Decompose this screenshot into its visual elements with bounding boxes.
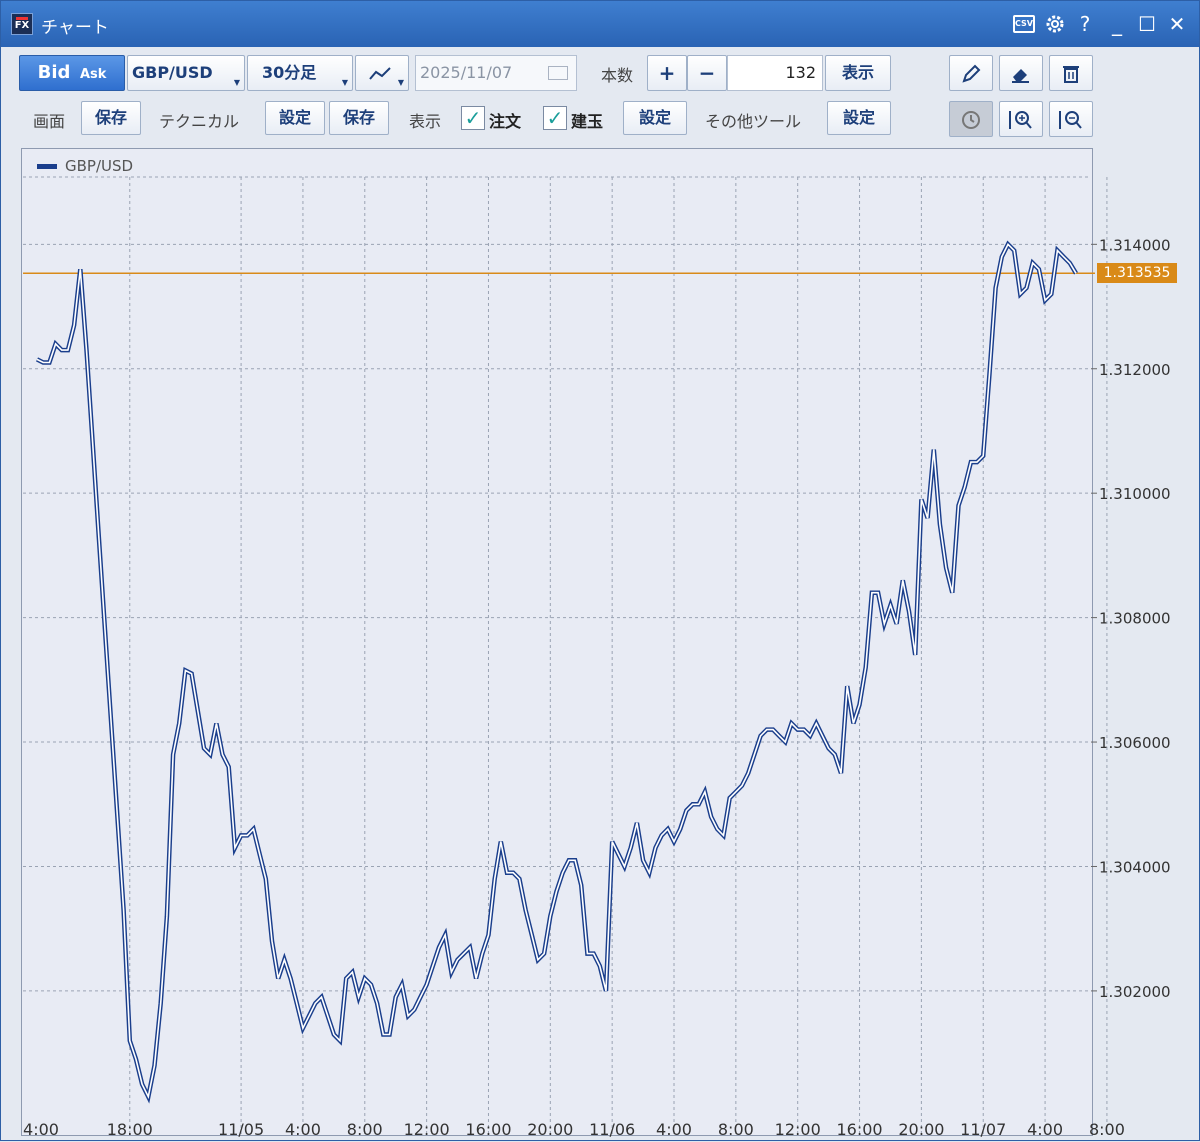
- y-tick-label: 1.310000: [1099, 485, 1171, 503]
- x-tick-label: 8:00: [1089, 1120, 1125, 1139]
- y-tick-label: 1.304000: [1099, 858, 1171, 876]
- x-tick-label: 12:00: [404, 1120, 450, 1139]
- chart-window: FX チャート CSV ? _ ☐ ✕ Bid Ask GBP/USD ▼ 30…: [0, 0, 1200, 1141]
- price-line-outer: [35, 240, 1078, 1104]
- x-tick-label: 16:00: [465, 1120, 511, 1139]
- x-tick-label: 11/05: [218, 1120, 264, 1139]
- x-tick-label: 4:00: [656, 1120, 692, 1139]
- y-tick-label: 1.308000: [1099, 610, 1171, 628]
- y-tick-label: 1.312000: [1099, 361, 1171, 379]
- x-tick-label: 4:00: [285, 1120, 321, 1139]
- price-chart: 1.302000 1.304000 1.306000 1.308000 1.310000…: [23, 176, 1171, 1139]
- legend-label: GBP/USD: [65, 157, 134, 175]
- x-tick-label: 4:00: [23, 1120, 59, 1139]
- x-tick-label: 18:00: [107, 1120, 153, 1139]
- x-tick-label: 16:00: [836, 1120, 882, 1139]
- y-tick-label: 1.302000: [1099, 983, 1171, 1001]
- y-tick-label: 1.306000: [1099, 734, 1171, 752]
- x-tick-label: 8:00: [718, 1120, 754, 1139]
- x-tick-label: 11/06: [589, 1120, 635, 1139]
- legend-swatch: [37, 164, 57, 169]
- x-tick-label: 20:00: [898, 1120, 944, 1139]
- x-tick-label: 4:00: [1027, 1120, 1063, 1139]
- current-price-label: 1.313535: [1097, 263, 1177, 284]
- y-tick-label: 1.314000: [1099, 236, 1171, 254]
- x-tick-label: 8:00: [347, 1120, 383, 1139]
- x-tick-label: 20:00: [527, 1120, 573, 1139]
- x-tick-label: 11/07: [960, 1120, 1006, 1139]
- x-tick-label: 12:00: [775, 1120, 821, 1139]
- price-line-inner: [36, 242, 1077, 1100]
